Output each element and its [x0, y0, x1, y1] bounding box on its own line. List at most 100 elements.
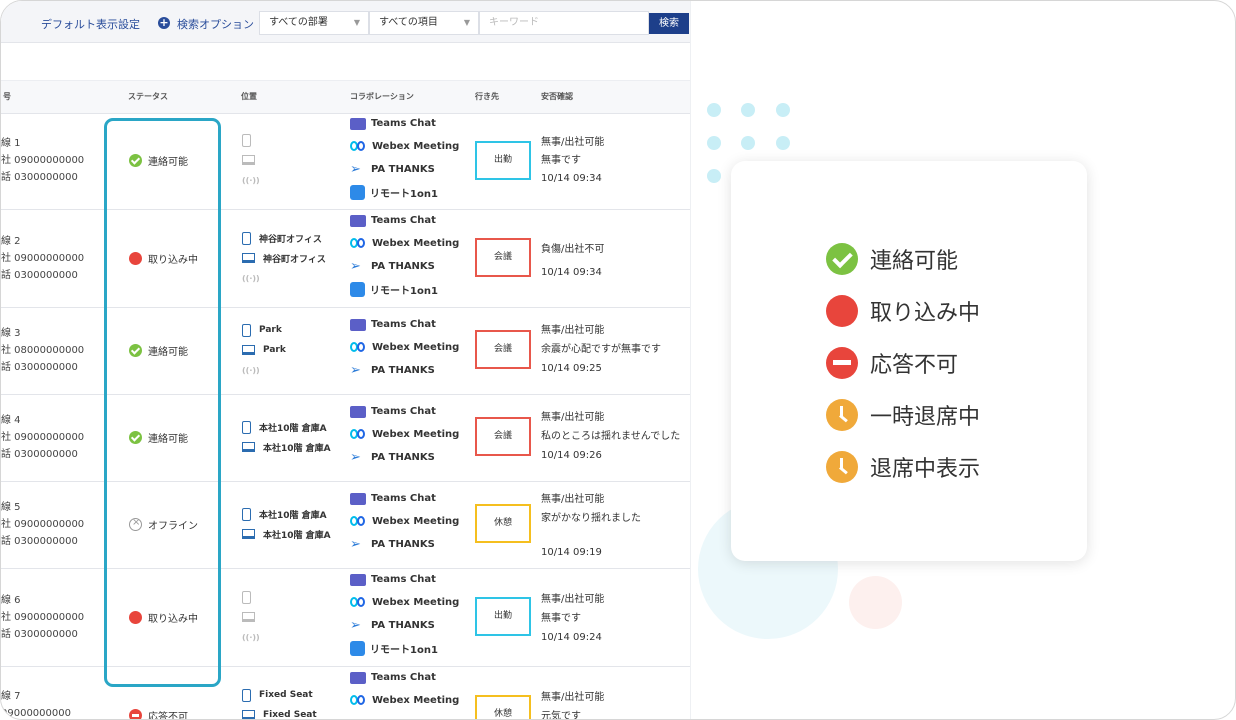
- line-number: 線 2: [1, 236, 21, 247]
- legend-item: 応答不可: [826, 347, 958, 379]
- destination-badge[interactable]: 会議: [475, 417, 531, 456]
- pa-thanks-link[interactable]: PA THANKS: [371, 365, 435, 376]
- teams-chat-link[interactable]: Teams Chat: [371, 215, 436, 226]
- clock-icon: [826, 451, 858, 483]
- line-number: 線 5: [1, 502, 21, 513]
- keyword-input[interactable]: キーワード: [479, 11, 649, 35]
- plus-circle-icon[interactable]: +: [158, 17, 170, 29]
- legend-label: 取り込み中: [870, 301, 981, 326]
- webex-meeting-link[interactable]: Webex Meeting: [372, 238, 459, 249]
- webex-meeting-link[interactable]: Webex Meeting: [372, 429, 459, 440]
- item-select-value: すべての項目: [379, 17, 438, 28]
- decor-dot: [741, 103, 755, 117]
- pa-thanks-link[interactable]: PA THANKS: [371, 261, 435, 272]
- destination-badge[interactable]: 会議: [475, 330, 531, 369]
- pc-icon: [242, 345, 255, 355]
- decor-dot: [741, 136, 755, 150]
- safety-message: 家がかなり揺れました: [541, 513, 641, 524]
- company-phone: 社 09000000000: [1, 253, 85, 264]
- status-column-highlight: [104, 118, 221, 687]
- header-safety[interactable]: 安否確認: [541, 91, 573, 102]
- teams-icon: [350, 492, 366, 505]
- item-select[interactable]: すべての項目 ▼: [369, 11, 479, 35]
- webex-meeting-link[interactable]: Webex Meeting: [372, 695, 459, 706]
- webex-meeting-link[interactable]: Webex Meeting: [372, 597, 459, 608]
- destination-badge[interactable]: 休憩: [475, 504, 531, 543]
- safety-message: 無事です: [541, 613, 581, 624]
- teams-chat-link[interactable]: Teams Chat: [371, 319, 436, 330]
- paper-plane-icon: ➢: [350, 449, 361, 465]
- pc-icon: [242, 529, 255, 539]
- remote-1on1-link[interactable]: リモート1on1: [370, 282, 438, 297]
- teams-chat-link[interactable]: Teams Chat: [371, 493, 436, 504]
- search-button[interactable]: 検索: [649, 13, 689, 34]
- destination-badge[interactable]: 出勤: [475, 141, 531, 180]
- legend-label: 退席中表示: [870, 457, 981, 482]
- webex-meeting-link[interactable]: Webex Meeting: [372, 342, 459, 353]
- location-pc: 本社10階 倉庫A: [263, 530, 331, 541]
- company-phone: 社 09000000000: [1, 155, 85, 166]
- wifi-icon: ((·)): [242, 632, 260, 642]
- webex-meeting-link[interactable]: Webex Meeting: [372, 516, 459, 527]
- department-select[interactable]: すべての部署 ▼: [259, 11, 369, 35]
- webex-icon: [350, 429, 367, 440]
- location-phone: 本社10階 倉庫A: [259, 423, 327, 434]
- extension-phone: 話 0300000000: [1, 362, 78, 373]
- red-dot-icon: [826, 295, 858, 327]
- decor-dot: [776, 103, 790, 117]
- header-destination[interactable]: 行き先: [475, 91, 499, 102]
- teams-chat-link[interactable]: Teams Chat: [371, 574, 436, 585]
- legend-label: 連絡可能: [870, 249, 959, 274]
- remote-1on1-link[interactable]: リモート1on1: [370, 185, 438, 200]
- teams-chat-link[interactable]: Teams Chat: [371, 118, 436, 129]
- safety-message: 私のところは揺れませんでした: [541, 431, 681, 442]
- destination-badge[interactable]: 会議: [475, 238, 531, 277]
- company-phone: 社 09000000000: [1, 612, 85, 623]
- legend-label: 応答不可: [870, 353, 959, 378]
- legend-item: 一時退席中: [826, 399, 980, 431]
- destination-badge[interactable]: 休憩: [475, 695, 531, 719]
- teams-icon: [350, 214, 366, 227]
- safety-time: 10/14 09:34: [541, 267, 602, 278]
- teams-chat-link[interactable]: Teams Chat: [371, 672, 436, 683]
- remote-1on1-link[interactable]: リモート1on1: [370, 641, 438, 656]
- line-number: 線 7: [1, 691, 21, 702]
- teams-icon: [350, 573, 366, 586]
- pa-thanks-link[interactable]: PA THANKS: [371, 164, 435, 175]
- safety-time: 10/14 09:26: [541, 450, 602, 461]
- company-phone: 社 09000000000: [1, 519, 85, 530]
- location-phone: 本社10階 倉庫A: [259, 510, 327, 521]
- safety-status: 無事/出社可能: [541, 692, 605, 703]
- toolbar: デフォルト表示設定 + 検索オプション すべての部署 ▼ すべての項目 ▼ キー…: [1, 1, 690, 43]
- pc-icon: [242, 442, 255, 452]
- safety-message: 余震が心配ですが無事です: [541, 344, 661, 355]
- location-pc: Park: [263, 345, 286, 355]
- check-circle-icon: [826, 243, 858, 275]
- teams-chat-link[interactable]: Teams Chat: [371, 406, 436, 417]
- search-options-link[interactable]: 検索オプション: [177, 16, 254, 32]
- divider: [690, 1, 691, 719]
- safety-status: 無事/出社可能: [541, 494, 605, 505]
- decor-dot: [707, 103, 721, 117]
- company-phone: 社 08000000000: [1, 345, 85, 356]
- safety-message: 元気です: [541, 711, 581, 720]
- safety-status: 負傷/出社不可: [541, 244, 605, 255]
- header-collaboration[interactable]: コラボレーション: [350, 91, 414, 102]
- phone-icon: [242, 133, 251, 147]
- default-settings-link[interactable]: デフォルト表示設定: [41, 16, 140, 32]
- header-status[interactable]: ステータス: [128, 91, 168, 102]
- phone-icon: [242, 420, 251, 434]
- pa-thanks-link[interactable]: PA THANKS: [371, 620, 435, 631]
- pa-thanks-link[interactable]: PA THANKS: [371, 452, 435, 463]
- line-number: 線 6: [1, 595, 21, 606]
- webex-meeting-link[interactable]: Webex Meeting: [372, 141, 459, 152]
- pa-thanks-link[interactable]: PA THANKS: [371, 539, 435, 550]
- wifi-icon: ((·)): [242, 273, 260, 283]
- header-location[interactable]: 位置: [241, 91, 257, 102]
- header-number[interactable]: 号: [3, 91, 11, 102]
- teams-icon: [350, 117, 366, 130]
- safety-status: 無事/出社可能: [541, 412, 605, 423]
- directory-screenshot: デフォルト表示設定 + 検索オプション すべての部署 ▼ すべての項目 ▼ キー…: [1, 1, 690, 720]
- pc-icon: [242, 710, 255, 719]
- destination-badge[interactable]: 出勤: [475, 597, 531, 636]
